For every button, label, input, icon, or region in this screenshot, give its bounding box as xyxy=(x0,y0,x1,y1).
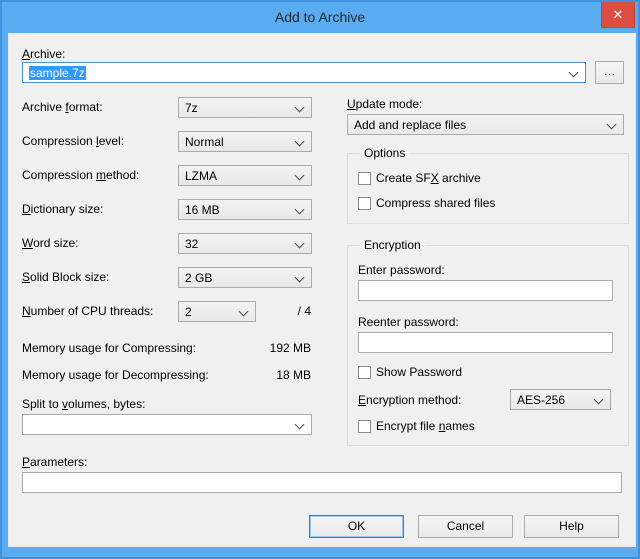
ok-button[interactable]: OK xyxy=(309,515,404,538)
reenter-password-label: Reenter password: xyxy=(358,315,459,329)
help-button[interactable]: Help xyxy=(524,515,619,538)
titlebar[interactable]: Add to Archive ✕ xyxy=(2,2,638,33)
cpu-threads-value: 2 xyxy=(185,305,192,319)
solid-block-size-select[interactable]: 2 GB xyxy=(178,267,312,288)
create-sfx-label[interactable]: Create SFX archive xyxy=(376,171,481,186)
encrypt-names-label[interactable]: Encrypt file names xyxy=(376,419,475,434)
compression-level-select[interactable]: Normal xyxy=(178,131,312,152)
compression-method-select[interactable]: LZMA xyxy=(178,165,312,186)
encryption-group-title: Encryption xyxy=(360,238,425,253)
word-size-value: 32 xyxy=(185,237,199,251)
chevron-down-icon xyxy=(593,394,604,405)
selected-text: sample.7z xyxy=(29,66,86,80)
update-mode-value: Add and replace files xyxy=(354,118,467,132)
word-size-label: Word size: xyxy=(22,236,79,250)
compression-method-value: LZMA xyxy=(185,169,218,183)
solid-block-size-value: 2 GB xyxy=(185,271,213,285)
archive-format-value: 7z xyxy=(185,101,198,115)
update-mode-label: Update mode: xyxy=(347,97,423,111)
create-sfx-checkbox[interactable] xyxy=(358,172,371,185)
archive-name-combobox[interactable]: sample.7z xyxy=(22,62,586,83)
dictionary-size-label: Dictionary size: xyxy=(22,202,104,216)
chevron-down-icon xyxy=(294,170,305,181)
browse-button[interactable]: … xyxy=(595,61,624,84)
archive-format-label: Archive format: xyxy=(22,100,103,114)
word-size-select[interactable]: 32 xyxy=(178,233,312,254)
encryption-method-value: AES-256 xyxy=(517,393,566,407)
archive-format-select[interactable]: 7z xyxy=(178,97,312,118)
cpu-threads-label: Number of CPU threads: xyxy=(22,304,154,318)
reenter-password-input[interactable] xyxy=(358,332,613,353)
encrypt-names-checkbox[interactable] xyxy=(358,420,371,433)
split-volumes-combobox[interactable] xyxy=(22,414,312,435)
memory-compress-label: Memory usage for Compressing: xyxy=(22,341,197,355)
solid-block-size-label: Solid Block size: xyxy=(22,270,110,284)
split-volumes-label: Split to volumes, bytes: xyxy=(22,397,146,411)
compression-level-label: Compression level: xyxy=(22,134,125,148)
chevron-down-icon xyxy=(606,119,617,130)
compression-method-label: Compression method: xyxy=(22,168,140,182)
options-groupbox: Options Create SFX archive Compress shar… xyxy=(347,146,629,224)
memory-decompress-label: Memory usage for Decompressing: xyxy=(22,368,209,382)
options-group-title: Options xyxy=(360,146,410,161)
dictionary-size-select[interactable]: 16 MB xyxy=(178,199,312,220)
add-to-archive-dialog: Add to Archive ✕ Archive: sample.7z … Ar… xyxy=(0,0,640,559)
compress-shared-label[interactable]: Compress shared files xyxy=(376,196,495,211)
dialog-content: Archive: sample.7z … Archive format: 7z … xyxy=(8,33,636,547)
dictionary-size-value: 16 MB xyxy=(185,203,220,217)
memory-compress-value: 192 MB xyxy=(269,341,311,355)
chevron-down-icon xyxy=(294,204,305,215)
chevron-down-icon xyxy=(294,272,305,283)
cpu-threads-max: / 4 xyxy=(297,304,311,318)
parameters-input[interactable] xyxy=(22,472,622,493)
encryption-method-select[interactable]: AES-256 xyxy=(510,389,611,410)
chevron-down-icon xyxy=(294,238,305,249)
chevron-down-icon xyxy=(568,67,579,78)
compression-level-value: Normal xyxy=(185,135,224,149)
encryption-groupbox: Encryption Enter password: Reenter passw… xyxy=(347,238,629,446)
show-password-checkbox[interactable] xyxy=(358,366,371,379)
compress-shared-checkbox[interactable] xyxy=(358,197,371,210)
chevron-down-icon xyxy=(294,136,305,147)
enter-password-input[interactable] xyxy=(358,280,613,301)
parameters-label: Parameters: xyxy=(22,455,88,469)
archive-name-value: sample.7z xyxy=(29,66,86,80)
encryption-method-label: Encryption method: xyxy=(358,393,462,407)
chevron-down-icon xyxy=(294,102,305,113)
close-button[interactable]: ✕ xyxy=(601,2,635,28)
update-mode-select[interactable]: Add and replace files xyxy=(347,114,624,135)
window-title: Add to Archive xyxy=(274,9,366,25)
enter-password-label: Enter password: xyxy=(358,263,445,277)
cancel-button[interactable]: Cancel xyxy=(418,515,513,538)
chevron-down-icon xyxy=(294,419,305,430)
archive-label: Archive: xyxy=(22,47,66,61)
close-icon: ✕ xyxy=(612,7,624,22)
memory-decompress-value: 18 MB xyxy=(276,368,311,382)
show-password-label[interactable]: Show Password xyxy=(376,365,462,380)
